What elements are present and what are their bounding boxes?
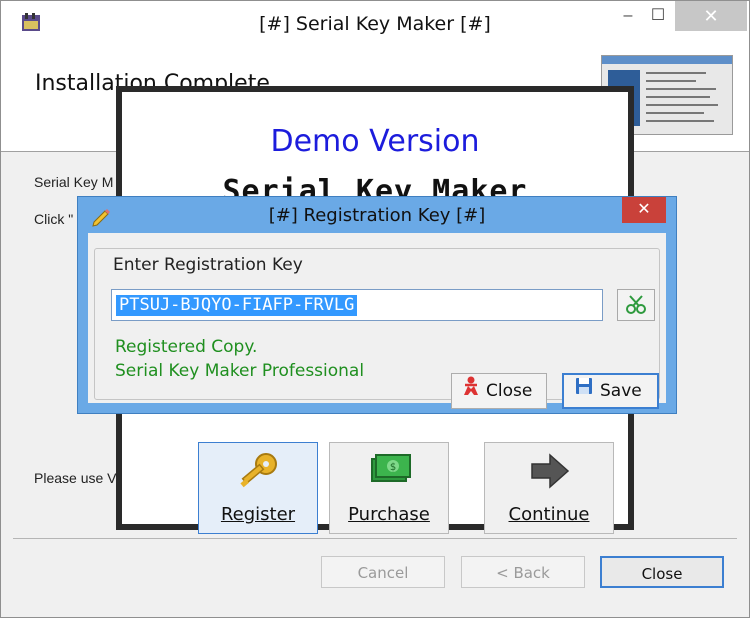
floppy-disk-icon	[574, 375, 594, 407]
title-bar: [#] Serial Key Maker [#] – ☐ ✕	[1, 1, 749, 45]
group-label: Enter Registration Key	[109, 255, 307, 275]
window-close-button[interactable]: ✕	[675, 1, 747, 31]
registration-key-group: Enter Registration Key PTSUJ-BJQYO-FIAFP…	[94, 248, 660, 409]
register-button[interactable]: Register	[198, 442, 318, 534]
continue-button[interactable]: Continue	[484, 442, 614, 534]
continue-label: Continue	[508, 504, 590, 525]
purchase-button[interactable]: $ Purchase	[329, 442, 449, 534]
key-icon	[236, 451, 280, 500]
back-button[interactable]: < Back	[461, 556, 585, 588]
save-button[interactable]: Save	[562, 373, 659, 409]
register-label: Register	[220, 504, 296, 525]
save-button-label: Save	[600, 381, 642, 401]
paste-key-button[interactable]	[617, 289, 655, 321]
registration-key-input[interactable]: PTSUJ-BJQYO-FIAFP-FRVLG	[111, 289, 603, 321]
svg-text:$: $	[390, 462, 396, 473]
body-text-line-3: Please use V	[34, 470, 117, 486]
purchase-label: Purchase	[348, 504, 430, 525]
close-button-label: Close	[486, 381, 533, 401]
dialog-content: Enter Registration Key PTSUJ-BJQYO-FIAFP…	[88, 233, 666, 409]
body-text-line-1: Serial Key M	[34, 174, 114, 190]
registration-key-dialog: [#] Registration Key [#] ✕ Enter Registr…	[77, 196, 677, 414]
footer-divider	[13, 538, 737, 539]
close-button[interactable]: Close	[600, 556, 724, 588]
dialog-close-button[interactable]: ✕	[622, 197, 666, 223]
body-text-line-2: Click "	[34, 211, 74, 227]
registration-status: Registered Copy.	[115, 337, 258, 357]
registration-edition: Serial Key Maker Professional	[115, 361, 365, 381]
paste-key-icon	[618, 295, 654, 324]
person-close-icon	[462, 374, 480, 408]
money-icon: $	[366, 451, 412, 496]
dialog-close-action-button[interactable]: Close	[451, 373, 547, 409]
demo-version-title: Demo Version	[270, 124, 480, 159]
dialog-title: [#] Registration Key [#]	[268, 205, 486, 226]
arrow-right-icon	[526, 451, 572, 496]
registration-key-value: PTSUJ-BJQYO-FIAFP-FRVLG	[116, 295, 358, 316]
cancel-button[interactable]: Cancel	[321, 556, 445, 588]
